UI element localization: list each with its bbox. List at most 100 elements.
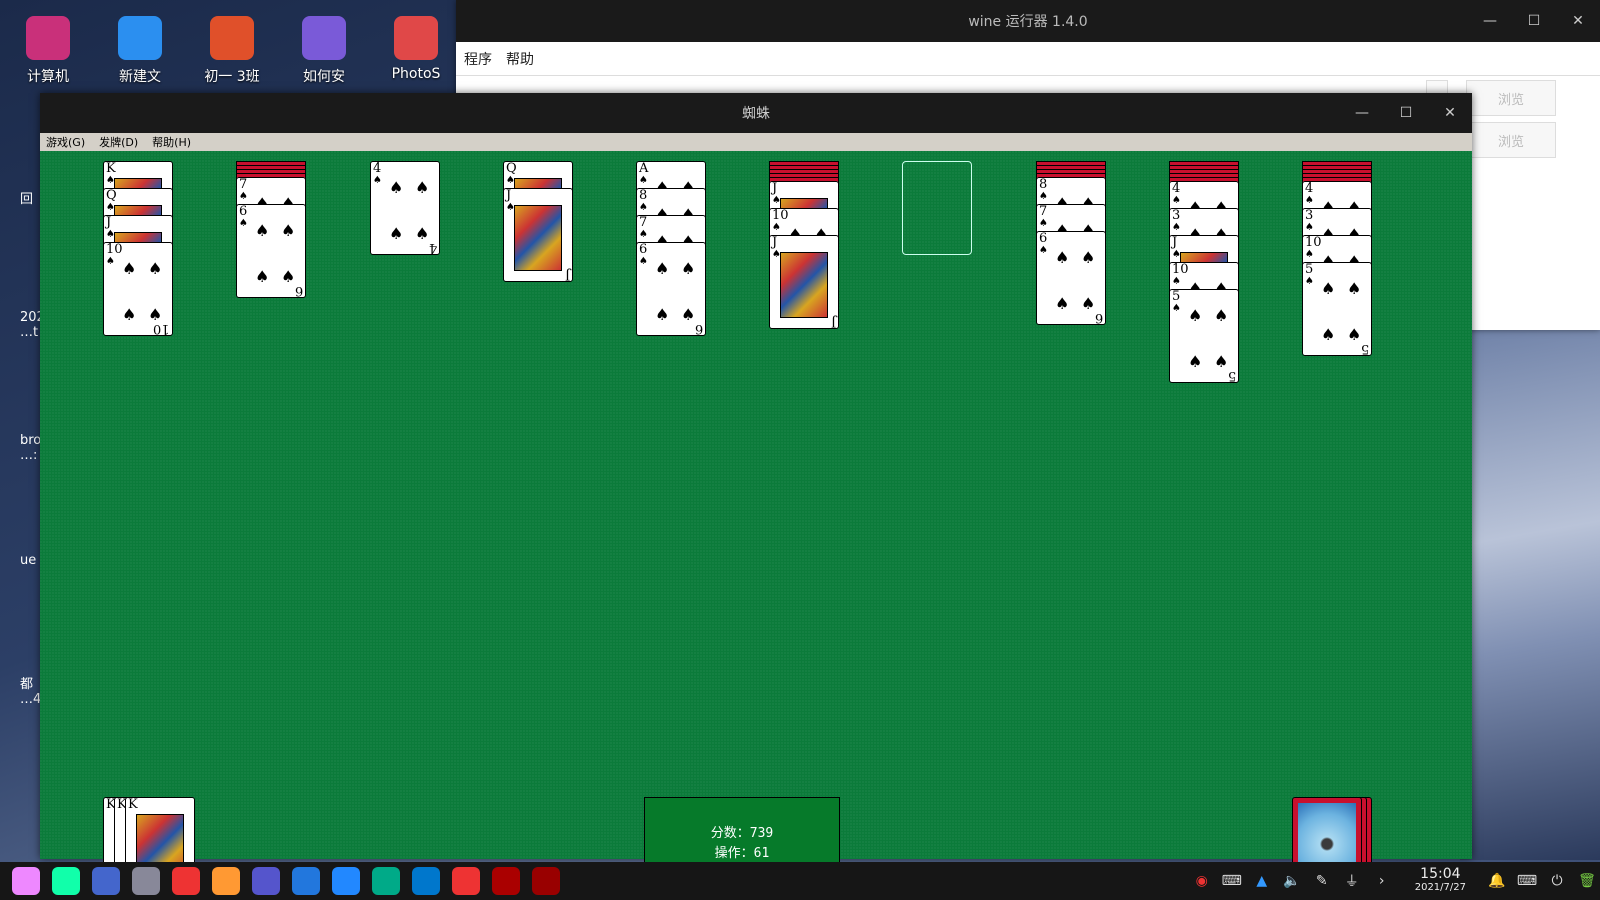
playing-card[interactable]: 6 ♠ ♠ ♠ ♠ ♠ 6: [1036, 231, 1106, 325]
spade-icon: ♠: [255, 267, 270, 286]
card-rank-bottom: J: [564, 267, 570, 282]
wine-icon[interactable]: [492, 867, 520, 895]
desktop-wallpaper: [1460, 320, 1600, 860]
computer-icon: [26, 16, 70, 60]
clock[interactable]: 15:04 2021/7/27: [1415, 867, 1466, 895]
spade-icon: ♠: [1214, 352, 1229, 371]
desktop-icon-partial[interactable]: 都 …4: [0, 625, 42, 707]
office-icon: [210, 16, 254, 60]
kuaipan-icon[interactable]: [332, 867, 360, 895]
playing-card[interactable]: 5 ♠ ♠ ♠ ♠ ♠ 5: [1302, 262, 1372, 356]
desktop-icon-partial[interactable]: bro …:: [0, 385, 41, 463]
menu-help[interactable]: 帮助: [506, 49, 534, 69]
wine2-icon[interactable]: [532, 867, 560, 895]
card-rank: 3: [1172, 208, 1181, 223]
spade-icon: ♠: [389, 224, 404, 243]
app-store-icon[interactable]: [292, 867, 320, 895]
spade-icon: ♠: [655, 305, 670, 324]
power-icon[interactable]: ⏻: [1544, 873, 1570, 889]
input-method-icon[interactable]: ⌨: [1514, 873, 1540, 889]
chevron-right-icon[interactable]: ›: [1369, 873, 1395, 889]
maximize-icon[interactable]: ☐: [1512, 0, 1556, 42]
wine-menubar: 程序 帮助: [456, 42, 1600, 76]
notification-icon[interactable]: 🔔: [1484, 873, 1510, 889]
usb-icon[interactable]: ⏚: [1339, 871, 1365, 891]
playing-card[interactable]: 6 ♠ ♠ ♠ ♠ ♠ 6: [236, 204, 306, 298]
vscode-icon[interactable]: [412, 867, 440, 895]
desktop-icon[interactable]: 初一 3班: [192, 16, 272, 86]
spade-icon: ♠: [148, 259, 163, 278]
spade-icon: ♠: [1055, 248, 1070, 267]
minimize-icon[interactable]: —: [1340, 93, 1384, 133]
spade-icon: ♠: [1081, 294, 1096, 313]
menu-game[interactable]: 游戏(G): [46, 134, 85, 150]
spade-icon: ♠: [1347, 279, 1362, 298]
card-rank: 7: [1039, 204, 1048, 219]
card-rank: J: [772, 181, 778, 196]
spade-icon: ♠: [1305, 276, 1314, 287]
pen-icon[interactable]: ✎: [1309, 873, 1335, 889]
card-rank: 4: [1305, 181, 1314, 196]
terminal-icon[interactable]: [172, 867, 200, 895]
desktop-icon[interactable]: PhotoS: [376, 16, 456, 82]
card-rank: Q: [106, 188, 117, 203]
store-icon[interactable]: [212, 867, 240, 895]
close-icon[interactable]: ✕: [1428, 93, 1472, 133]
playing-card[interactable]: 5 ♠ ♠ ♠ ♠ ♠ 5: [1169, 289, 1239, 383]
empty-column-slot[interactable]: [902, 161, 972, 255]
playing-card[interactable]: 10♠♠♠♠♠10: [103, 242, 173, 336]
files-icon[interactable]: [52, 867, 80, 895]
card-rank: 4: [373, 161, 382, 176]
playing-card[interactable]: 4♠♠♠♠♠4: [370, 161, 440, 255]
card-rank-bottom: 5: [1360, 341, 1369, 356]
settings-icon[interactable]: [92, 867, 120, 895]
launcher-icon[interactable]: [12, 867, 40, 895]
monitor-icon[interactable]: [252, 867, 280, 895]
card-rank: K: [106, 161, 116, 176]
trash-icon[interactable]: 🗑: [1574, 873, 1600, 889]
desktop-icon-partial[interactable]: 回: [0, 140, 40, 207]
camera-icon[interactable]: [132, 867, 160, 895]
playing-card[interactable]: 6 ♠ ♠ ♠ ♠ ♠ 6: [636, 242, 706, 336]
edge-icon[interactable]: [372, 867, 400, 895]
netease-icon[interactable]: [452, 867, 480, 895]
close-icon[interactable]: ✕: [1556, 0, 1600, 42]
spade-icon: ♠: [122, 259, 137, 278]
card-rank: 4: [1172, 181, 1181, 196]
browse-button[interactable]: 浏览: [1466, 80, 1556, 116]
spade-icon: ♠: [415, 178, 430, 197]
desktop-icon-label: 都 …4: [20, 677, 42, 707]
spade-icon: ♠: [1347, 325, 1362, 344]
desktop-icon-label: 初一 3班: [204, 69, 260, 85]
spade-icon: ♠: [639, 229, 648, 240]
volume-icon[interactable]: 🔈: [1279, 873, 1305, 889]
keyboard-icon[interactable]: ⌨: [1219, 873, 1245, 889]
desktop-icon[interactable]: 如何安: [284, 16, 364, 86]
card-rank-bottom: 10: [153, 321, 170, 336]
spade-icon: ♠: [122, 305, 137, 324]
spade-icon: ♠: [1188, 306, 1203, 325]
card-rank: 8: [639, 188, 648, 203]
clock-time: 15:04: [1420, 866, 1461, 882]
spade-icon: ♠: [639, 256, 648, 267]
menu-deal[interactable]: 发牌(D): [99, 134, 138, 150]
desktop-icon-label: PhotoS: [391, 66, 441, 82]
menu-help[interactable]: 帮助(H): [152, 134, 191, 150]
desktop-icon[interactable]: 计算机: [8, 16, 88, 86]
desktop-icon-partial[interactable]: 202 …t: [0, 262, 45, 340]
minimize-icon[interactable]: —: [1468, 0, 1512, 42]
playing-card[interactable]: J♠J: [769, 235, 839, 329]
menu-program[interactable]: 程序: [464, 49, 492, 69]
game-table[interactable]: 分数：739 操作：61 K♠KQ♠QJ♠J10♠♠♠♠♠107♠♠♠♠♠76♠…: [40, 151, 1472, 891]
kuaipan-tray-icon[interactable]: ▲: [1249, 873, 1275, 889]
desktop-icon-partial[interactable]: ue: [0, 505, 40, 568]
face-card-art: [514, 205, 562, 271]
spade-icon: ♠: [772, 222, 781, 233]
desktop-icon[interactable]: 新建文: [100, 16, 180, 86]
card-rank: 10: [106, 242, 123, 257]
card-rank: J: [772, 235, 778, 250]
netease-tray-icon[interactable]: ◉: [1189, 873, 1215, 889]
browse-button[interactable]: 浏览: [1466, 122, 1556, 158]
playing-card[interactable]: J♠J: [503, 188, 573, 282]
maximize-icon[interactable]: ☐: [1384, 93, 1428, 133]
